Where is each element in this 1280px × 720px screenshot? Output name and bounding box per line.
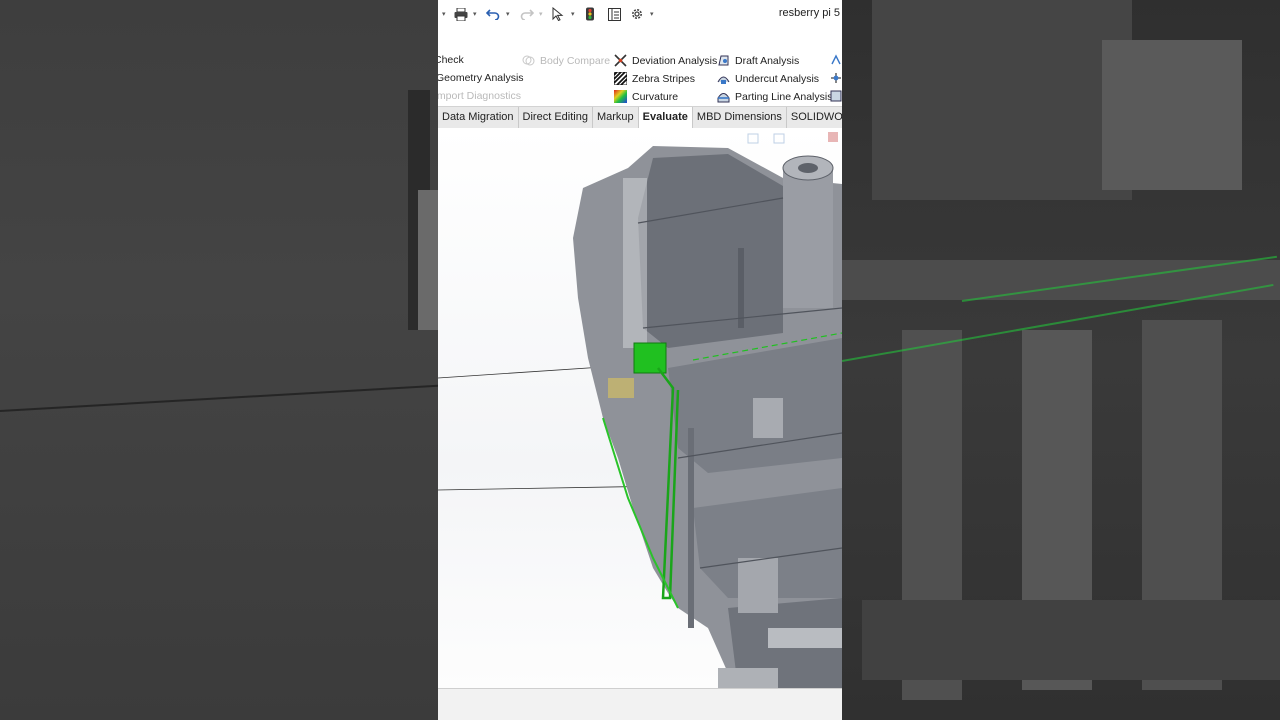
deviation-analysis-button[interactable]: Deviation Analysis xyxy=(614,54,717,67)
parting-line-analysis-label: Parting Line Analysis xyxy=(735,90,833,103)
blurred-shape xyxy=(862,600,1280,680)
blurred-line xyxy=(0,384,438,412)
3d-model-view xyxy=(438,132,842,688)
tab-label: Evaluate xyxy=(642,111,688,123)
draft-analysis-label: Draft Analysis xyxy=(735,54,800,67)
geometry-analysis-button[interactable]: Geometry Analysis xyxy=(438,72,524,84)
tab-label: SOLIDWO xyxy=(790,111,842,123)
graphics-viewport[interactable] xyxy=(438,128,842,688)
import-diagnostics-button[interactable]: Import Diagnostics xyxy=(438,90,521,102)
blurred-shape xyxy=(872,0,1132,200)
draft-analysis-icon xyxy=(717,54,730,67)
check-button[interactable]: Check xyxy=(438,54,464,66)
left-blurred-background xyxy=(0,0,438,720)
tab-data-migration[interactable]: Data Migration xyxy=(438,107,519,128)
title-bar: ▾ ▾ ▾ ▾ ▾ ▾ resberry pi 5 xyxy=(438,0,842,29)
selected-component[interactable] xyxy=(633,342,667,374)
print-icon[interactable] xyxy=(454,5,468,23)
status-bar xyxy=(438,688,842,720)
zebra-stripes-label: Zebra Stripes xyxy=(632,72,696,85)
zebra-stripes-button[interactable]: Zebra Stripes xyxy=(613,71,696,86)
right-blurred-background xyxy=(842,0,1280,720)
undercut-analysis-button[interactable]: Undercut Analysis xyxy=(717,72,819,85)
deviation-analysis-label: Deviation Analysis xyxy=(632,54,718,67)
tab-solidworks-addins[interactable]: SOLIDWO xyxy=(787,107,842,128)
tab-mbd-dimensions[interactable]: MBD Dimensions xyxy=(693,107,787,128)
options-gear-icon[interactable] xyxy=(630,5,644,23)
document-title: resberry pi 5 xyxy=(778,7,840,19)
undercut-analysis-label: Undercut Analysis xyxy=(735,72,820,85)
command-manager-tabs: Data Migration Direct Editing Markup Eva… xyxy=(438,106,842,129)
tab-markup[interactable]: Markup xyxy=(593,107,639,128)
select-icon[interactable] xyxy=(552,5,564,23)
tab-label: MBD Dimensions xyxy=(696,111,782,123)
tab-label: Markup xyxy=(596,111,634,123)
import-diagnostics-label: Import Diagnostics xyxy=(438,90,521,102)
zebra-stripes-icon xyxy=(613,71,628,86)
heads-up-view-toolbar[interactable] xyxy=(747,132,838,144)
extra-tool-1-icon[interactable] xyxy=(830,54,842,66)
traffic-light-icon[interactable] xyxy=(585,5,595,23)
body-compare-button[interactable]: Body Compare xyxy=(522,54,610,67)
raspberry-pi-case-model[interactable] xyxy=(573,146,842,688)
tab-label: Data Migration xyxy=(442,111,514,123)
curvature-button[interactable]: Curvature xyxy=(614,90,678,103)
command-manager: Check Geometry Analysis Import Diagnosti… xyxy=(438,28,842,106)
body-compare-icon xyxy=(522,54,535,67)
file-properties-icon[interactable] xyxy=(608,5,621,23)
undercut-analysis-icon xyxy=(717,72,730,85)
undo-dropdown-icon[interactable]: ▾ xyxy=(506,5,510,23)
redo-icon[interactable] xyxy=(520,5,534,23)
draft-analysis-button[interactable]: Draft Analysis xyxy=(717,54,799,67)
geometry-analysis-label: Geometry Analysis xyxy=(438,72,524,84)
parting-line-analysis-button[interactable]: Parting Line Analysis xyxy=(717,90,832,103)
undo-icon[interactable] xyxy=(486,5,500,23)
parting-line-analysis-icon xyxy=(717,90,730,103)
curvature-label: Curvature xyxy=(632,90,679,103)
extra-tool-3-icon[interactable] xyxy=(830,90,842,102)
pin-icon[interactable]: ▾ xyxy=(442,5,446,23)
check-label: Check xyxy=(438,54,464,66)
body-compare-label: Body Compare xyxy=(540,54,611,67)
solidworks-window: ▾ ▾ ▾ ▾ ▾ ▾ resberry pi 5 Check xyxy=(438,0,842,720)
select-dropdown-icon[interactable]: ▾ xyxy=(571,5,575,23)
options-dropdown-icon[interactable]: ▾ xyxy=(650,5,654,23)
blurred-shape xyxy=(1102,40,1242,190)
redo-dropdown-icon[interactable]: ▾ xyxy=(539,5,543,23)
print-dropdown-icon[interactable]: ▾ xyxy=(473,5,477,23)
blurred-shape xyxy=(418,190,438,330)
tab-label: Direct Editing xyxy=(522,111,588,123)
deviation-analysis-icon xyxy=(614,54,627,67)
tab-direct-editing[interactable]: Direct Editing xyxy=(519,107,593,128)
extra-tool-2-icon[interactable] xyxy=(830,72,842,84)
tab-evaluate[interactable]: Evaluate xyxy=(638,107,693,128)
curvature-icon xyxy=(614,90,627,103)
